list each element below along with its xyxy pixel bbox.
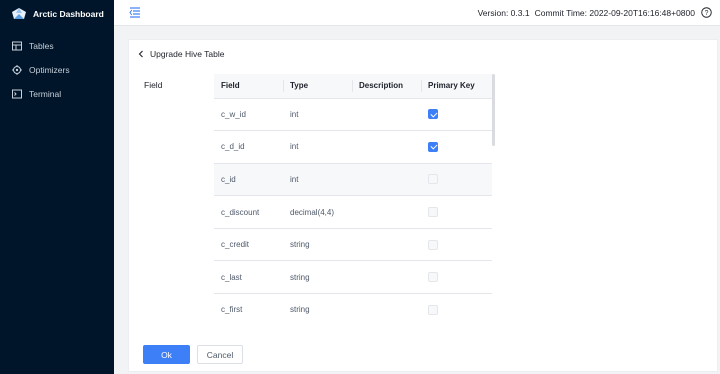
primary-key-checkbox[interactable] xyxy=(428,304,438,315)
sidebar-item-optimizers[interactable]: Optimizers xyxy=(0,58,114,82)
description-cell xyxy=(352,163,421,197)
primary-key-checkbox[interactable] xyxy=(428,272,438,283)
primary-key-checkbox[interactable] xyxy=(428,207,438,218)
primary-key-cell xyxy=(421,195,492,229)
field-label: Field xyxy=(144,80,163,90)
upgrade-card: Upgrade Hive Table Field Field Type Desc… xyxy=(128,39,718,372)
description-cell xyxy=(352,195,421,229)
table-scrollbar[interactable] xyxy=(492,74,495,146)
field-cell: c_credit xyxy=(214,228,283,262)
column-header-type: Type xyxy=(283,74,352,99)
field-cell: c_id xyxy=(214,163,283,197)
field-cell: c_discount xyxy=(214,195,283,229)
description-cell xyxy=(352,228,421,262)
primary-key-cell xyxy=(421,163,492,197)
description-cell xyxy=(352,293,421,326)
description-cell xyxy=(352,98,421,132)
help-icon[interactable]: ? xyxy=(701,7,712,18)
arctic-logo-icon xyxy=(12,8,26,19)
primary-key-cell xyxy=(421,98,492,132)
primary-key-cell xyxy=(421,293,492,326)
terminal-icon xyxy=(12,89,22,99)
sidebar-item-terminal[interactable]: Terminal xyxy=(0,82,114,106)
optimizer-icon xyxy=(12,65,22,75)
sidebar: Arctic Dashboard Tables Optimizers Termi… xyxy=(0,0,114,374)
primary-key-checkbox[interactable] xyxy=(428,174,438,185)
field-cell: c_first xyxy=(214,293,283,326)
app-title: Arctic Dashboard xyxy=(33,9,104,19)
commit-time-text: Commit Time: 2022-09-20T16:16:48+0800 xyxy=(534,7,695,18)
ok-button[interactable]: Ok xyxy=(143,345,190,364)
menu-fold-icon[interactable] xyxy=(129,6,141,18)
type-cell: int xyxy=(283,163,352,197)
table-row: c_d_id int xyxy=(214,130,492,164)
top-header: Version: 0.3.1 Commit Time: 2022-09-20T1… xyxy=(114,0,720,26)
brand[interactable]: Arctic Dashboard xyxy=(0,0,114,28)
sidebar-item-tables[interactable]: Tables xyxy=(0,34,114,58)
version-text: Version: 0.3.1 xyxy=(477,7,530,18)
column-header-field: Field xyxy=(214,74,283,99)
type-cell: int xyxy=(283,98,352,132)
svg-text:?: ? xyxy=(705,10,709,17)
primary-key-checkbox[interactable] xyxy=(428,141,438,152)
table-row: c_id int xyxy=(214,163,492,197)
type-cell: int xyxy=(283,130,352,164)
chevron-left-icon xyxy=(138,50,143,58)
description-cell xyxy=(352,130,421,164)
sidebar-nav: Tables Optimizers Terminal xyxy=(0,34,114,106)
table-row: c_discount decimal(4,4) xyxy=(214,195,492,229)
cancel-button[interactable]: Cancel xyxy=(197,345,243,364)
column-header-primary-key: Primary Key xyxy=(421,74,492,99)
table-row: c_w_id int xyxy=(214,98,492,132)
field-table: Field Type Description Primary Key c_w_i… xyxy=(214,74,492,326)
back-button[interactable]: Upgrade Hive Table xyxy=(137,49,225,59)
field-cell: c_last xyxy=(214,260,283,295)
primary-key-checkbox[interactable] xyxy=(428,109,438,120)
primary-key-cell xyxy=(421,260,492,295)
table-row: c_first string xyxy=(214,293,492,326)
type-cell: decimal(4,4) xyxy=(283,195,352,229)
version-info: Version: 0.3.1 Commit Time: 2022-09-20T1… xyxy=(478,7,712,18)
table-icon xyxy=(12,41,22,51)
description-cell xyxy=(352,260,421,295)
field-cell: c_d_id xyxy=(214,130,283,164)
type-cell: string xyxy=(283,260,352,295)
sidebar-item-label: Terminal xyxy=(29,89,62,99)
type-cell: string xyxy=(283,228,352,262)
page-title: Upgrade Hive Table xyxy=(150,49,225,59)
table-header-row: Field Type Description Primary Key xyxy=(214,74,492,99)
sidebar-item-label: Tables xyxy=(29,41,54,51)
primary-key-checkbox[interactable] xyxy=(428,239,438,250)
primary-key-cell xyxy=(421,228,492,262)
table-row: c_last string xyxy=(214,260,492,295)
table-row: c_credit string xyxy=(214,228,492,262)
sidebar-item-label: Optimizers xyxy=(29,65,70,75)
field-cell: c_w_id xyxy=(214,98,283,132)
type-cell: string xyxy=(283,293,352,326)
column-header-description: Description xyxy=(352,74,421,99)
primary-key-cell xyxy=(421,130,492,164)
